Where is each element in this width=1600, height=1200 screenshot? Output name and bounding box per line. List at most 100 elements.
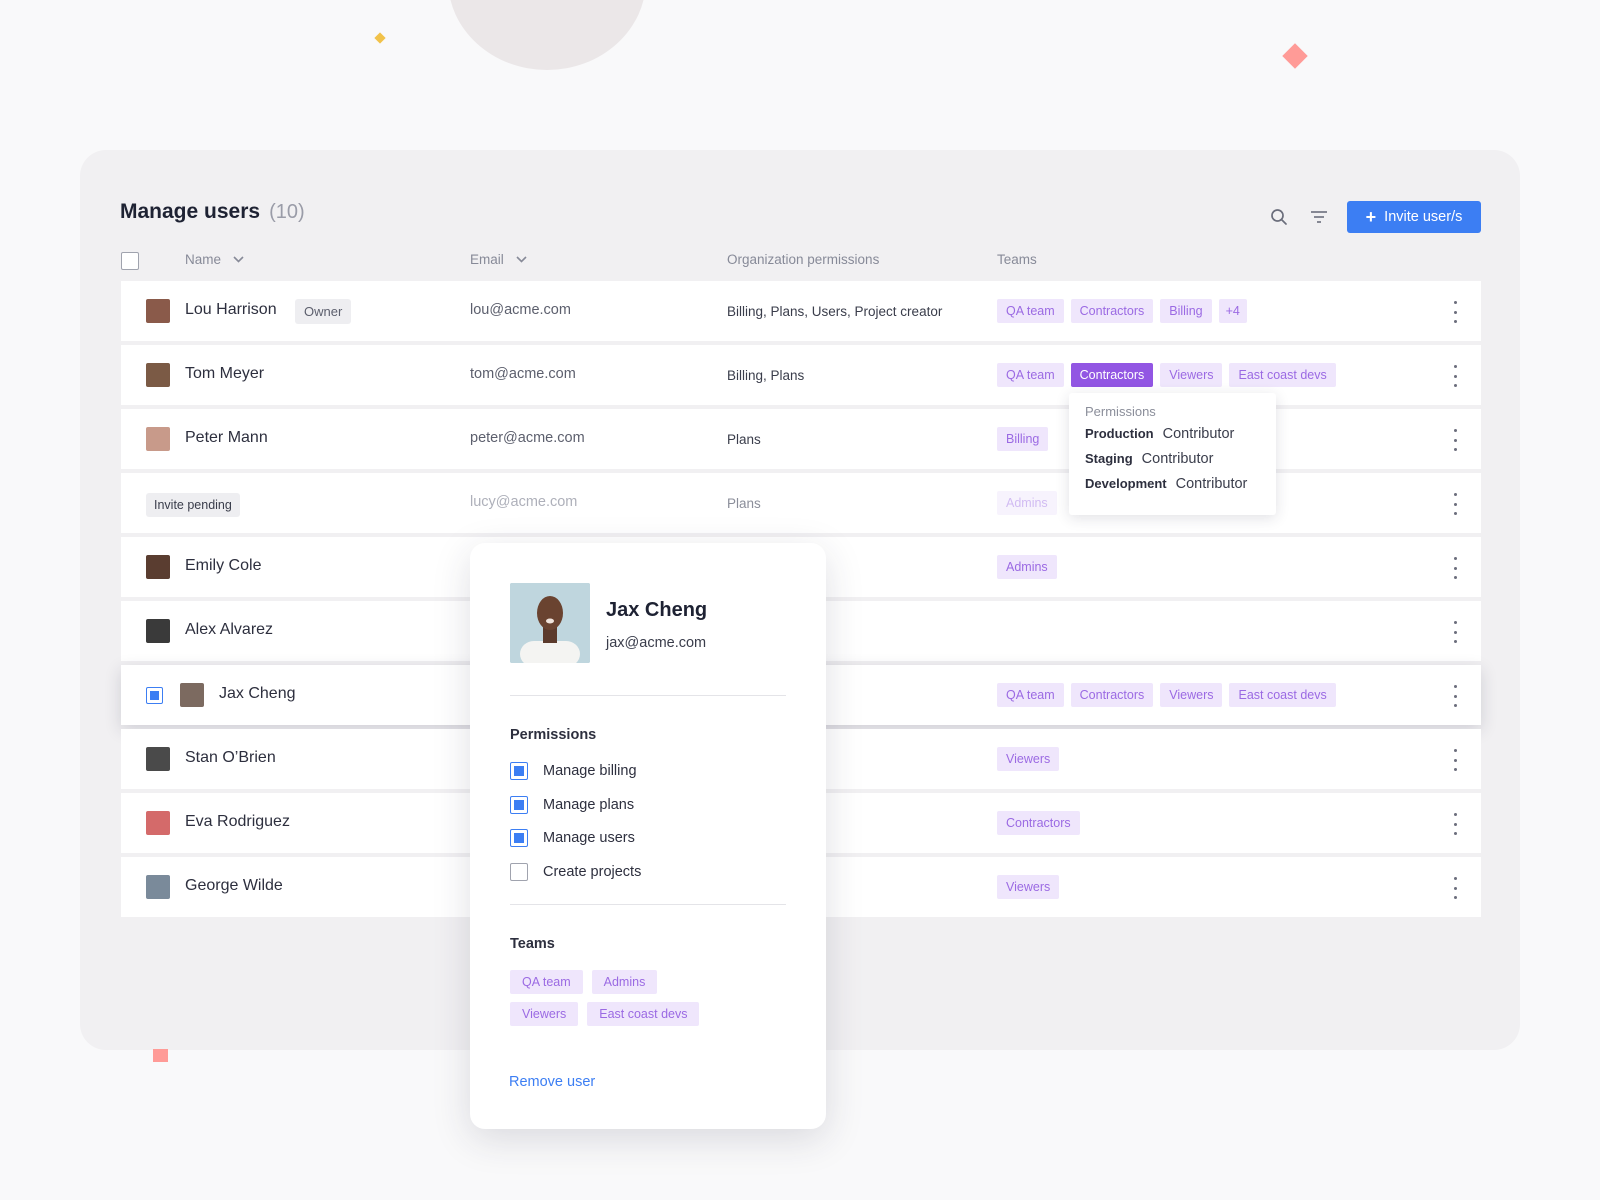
table-row[interactable]: Invite pending lucy@acme.com Plans Admin… [121,473,1481,533]
kebab-menu-icon[interactable] [1450,493,1460,515]
permission-checkbox[interactable] [510,863,528,881]
card-user-email: jax@acme.com [606,635,707,651]
page-title: Manage users [120,200,261,223]
avatar [146,555,170,579]
remove-user-link[interactable]: Remove user [509,1074,595,1090]
select-all-checkbox[interactable] [121,252,139,270]
column-header-name[interactable]: Name [185,252,244,267]
user-teams: QA team Contractors Billing +4 [997,299,1247,323]
page-header: Manage users (10) [120,200,305,224]
decorative-diamond [374,32,386,44]
invite-users-button[interactable]: + Invite user/s [1347,201,1481,233]
user-name: George Wilde [185,877,283,894]
team-tag[interactable]: East coast devs [1229,363,1336,387]
card-teams: Viewers East coast devs [510,1002,700,1026]
owner-badge: Owner [295,299,352,324]
user-photo [510,583,590,663]
filter-icon [1311,211,1327,223]
team-tag[interactable]: Viewers [997,747,1060,771]
table-row[interactable]: Tom Meyer tom@acme.com Billing, Plans QA… [121,345,1481,405]
team-tag[interactable]: Contractors [997,811,1080,835]
team-tag[interactable]: QA team [997,299,1064,323]
tooltip-entry: Production Contributor [1085,426,1260,442]
team-tag[interactable]: Contractors [1070,299,1154,323]
permission-checkbox[interactable] [510,829,528,847]
tooltip-role: Contributor [1175,476,1248,492]
team-tag[interactable]: Billing [1160,299,1212,323]
tooltip-role: Contributor [1141,451,1214,467]
user-teams: Viewers [997,875,1060,899]
avatar [180,683,204,707]
filter-button[interactable] [1308,206,1330,228]
column-header-permissions: Organization permissions [727,252,880,267]
card-teams: QA team Admins [510,970,658,994]
team-tag-active[interactable]: Contractors [1070,363,1154,387]
user-count: (10) [269,201,305,223]
team-tag[interactable]: East coast devs [587,1002,700,1026]
table-row[interactable]: Lou Harrison Owner lou@acme.com Billing,… [121,281,1481,341]
team-tag[interactable]: QA team [997,683,1064,707]
tooltip-entry: Development Contributor [1085,476,1260,492]
decorative-circle [448,0,646,70]
team-tag[interactable]: Viewers [997,875,1060,899]
kebab-menu-icon[interactable] [1450,813,1460,835]
team-tag[interactable]: Admins [591,970,658,994]
kebab-menu-icon[interactable] [1450,685,1460,707]
search-button[interactable] [1268,206,1290,228]
permission-manage-plans[interactable]: Manage plans [510,796,634,814]
permission-create-projects[interactable]: Create projects [510,863,641,881]
table-row[interactable]: Peter Mann peter@acme.com Plans Billing [121,409,1481,469]
user-teams: Admins [997,491,1057,515]
permission-checkbox[interactable] [510,762,528,780]
team-tag[interactable]: Admins [997,555,1057,579]
tooltip-role: Contributor [1162,426,1235,442]
team-tag[interactable]: Viewers [510,1002,579,1026]
kebab-menu-icon[interactable] [1450,877,1460,899]
column-header-email[interactable]: Email [470,252,527,267]
permissions-section-title: Permissions [510,727,597,743]
user-name: Eva Rodriguez [185,813,290,830]
user-detail-card: Jax Cheng jax@acme.com Permissions Manag… [470,543,826,1129]
team-tag[interactable]: Viewers [1160,363,1223,387]
kebab-menu-icon[interactable] [1450,429,1460,451]
user-name: Jax Cheng [219,685,296,702]
kebab-menu-icon[interactable] [1450,557,1460,579]
row-checkbox[interactable] [146,687,163,704]
more-teams-tag[interactable]: +4 [1218,299,1247,323]
permission-manage-billing[interactable]: Manage billing [510,762,637,780]
permission-label: Manage plans [543,797,635,813]
user-teams: Billing [997,427,1049,451]
team-tag[interactable]: QA team [510,970,583,994]
team-tag[interactable]: East coast devs [1229,683,1336,707]
permission-manage-users[interactable]: Manage users [510,829,635,847]
column-header-email-label: Email [470,252,504,267]
kebab-menu-icon[interactable] [1450,365,1460,387]
permission-label: Manage billing [543,763,637,779]
kebab-menu-icon[interactable] [1450,749,1460,771]
team-tag[interactable]: Contractors [1070,683,1154,707]
team-permissions-tooltip: Permissions Production Contributor Stagi… [1069,393,1276,515]
column-header-name-label: Name [185,252,222,267]
user-permissions: Billing, Plans [727,368,805,383]
column-header-teams: Teams [997,252,1037,267]
invite-users-label: Invite user/s [1384,209,1463,225]
permission-checkbox[interactable] [510,796,528,814]
avatar [146,299,170,323]
kebab-menu-icon[interactable] [1450,301,1460,323]
user-teams: Admins [997,555,1057,579]
table-header: Name Email Organization permissions Team… [120,250,1481,272]
team-tag[interactable]: Billing [997,427,1049,451]
team-tag[interactable]: QA team [997,363,1064,387]
team-tag[interactable]: Viewers [1160,683,1223,707]
avatar [146,875,170,899]
plus-icon: + [1365,207,1377,227]
user-teams: QA team Contractors Viewers East coast d… [997,683,1336,707]
kebab-menu-icon[interactable] [1450,621,1460,643]
user-name: Peter Mann [185,429,268,446]
user-name: Tom Meyer [185,365,265,382]
team-tag[interactable]: Admins [997,491,1057,515]
avatar [146,363,170,387]
chevron-down-icon [233,256,244,263]
permission-label: Manage users [543,830,635,846]
avatar [146,619,170,643]
